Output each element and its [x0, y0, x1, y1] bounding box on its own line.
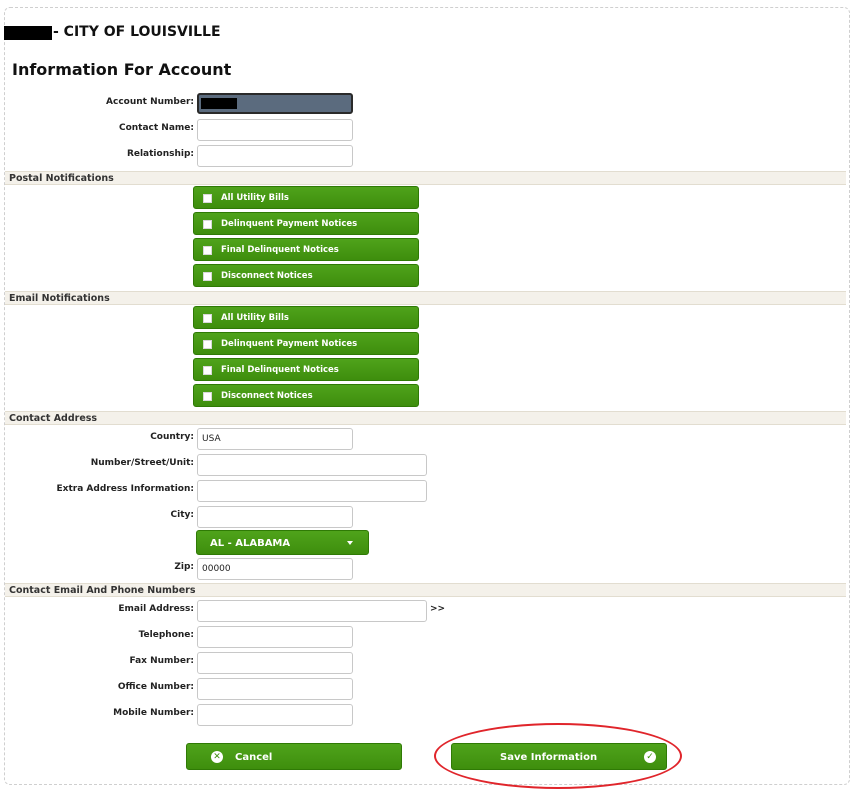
redacted-account-number [201, 98, 237, 109]
country-label: Country: [150, 432, 194, 442]
fax-field[interactable] [197, 652, 353, 674]
email-option-disconnect[interactable]: Disconnect Notices [193, 384, 419, 407]
checkbox-icon[interactable] [203, 272, 212, 281]
extra-address-field[interactable] [197, 480, 427, 502]
relationship-label: Relationship: [126, 149, 194, 159]
email-option-all-utility-bills[interactable]: All Utility Bills [193, 306, 419, 329]
checkbox-icon[interactable] [203, 246, 212, 255]
zip-field[interactable] [197, 558, 353, 580]
zip-label: Zip: [174, 562, 194, 572]
mobile-field[interactable] [197, 704, 353, 726]
checkbox-icon[interactable] [203, 314, 212, 323]
account-number-field[interactable] [197, 93, 353, 114]
section-postal-notifications: Postal Notifications [5, 171, 846, 185]
email-label: Email Address: [118, 604, 194, 614]
site-title: - CITY OF LOUISVILLE [53, 24, 221, 40]
contact-name-field[interactable] [197, 119, 353, 141]
email-option-delinquent-payment[interactable]: Delinquent Payment Notices [193, 332, 419, 355]
city-label: City: [170, 510, 194, 520]
telephone-label: Telephone: [138, 630, 194, 640]
postal-option-disconnect[interactable]: Disconnect Notices [193, 264, 419, 287]
caret-down-icon [347, 541, 353, 545]
account-number-label: Account Number: [106, 97, 194, 107]
option-label: All Utility Bills [221, 313, 289, 323]
checkbox-icon[interactable] [203, 194, 212, 203]
street-field[interactable] [197, 454, 427, 476]
checkbox-icon[interactable] [203, 340, 212, 349]
state-dropdown[interactable]: AL - ALABAMA [196, 530, 369, 555]
office-label: Office Number: [117, 682, 194, 692]
page-title: Information For Account [12, 60, 232, 79]
postal-option-delinquent-payment[interactable]: Delinquent Payment Notices [193, 212, 419, 235]
relationship-field[interactable] [197, 145, 353, 167]
checkbox-icon[interactable] [203, 366, 212, 375]
option-label: Final Delinquent Notices [221, 365, 339, 375]
close-circle-icon: ✕ [211, 751, 223, 763]
checkbox-icon[interactable] [203, 392, 212, 401]
extra-address-label: Extra Address Information: [56, 484, 194, 494]
save-information-button[interactable]: Save Information ✓ [451, 743, 667, 770]
postal-option-final-delinquent[interactable]: Final Delinquent Notices [193, 238, 419, 261]
option-label: All Utility Bills [221, 193, 289, 203]
redacted-block [4, 26, 52, 40]
fax-label: Fax Number: [129, 656, 194, 666]
contact-name-label: Contact Name: [118, 123, 194, 133]
section-contact-email-phone: Contact Email And Phone Numbers [5, 583, 846, 597]
email-expand-arrow[interactable]: >> [430, 604, 445, 614]
option-label: Delinquent Payment Notices [221, 339, 358, 349]
office-field[interactable] [197, 678, 353, 700]
cancel-button[interactable]: ✕ Cancel [186, 743, 402, 770]
email-field[interactable] [197, 600, 427, 622]
option-label: Disconnect Notices [221, 271, 313, 281]
option-label: Final Delinquent Notices [221, 245, 339, 255]
city-field[interactable] [197, 506, 353, 528]
check-circle-icon: ✓ [644, 751, 656, 763]
option-label: Delinquent Payment Notices [221, 219, 358, 229]
email-option-final-delinquent[interactable]: Final Delinquent Notices [193, 358, 419, 381]
checkbox-icon[interactable] [203, 220, 212, 229]
save-label: Save Information [500, 752, 598, 763]
street-label: Number/Street/Unit: [90, 458, 194, 468]
option-label: Disconnect Notices [221, 391, 313, 401]
section-contact-address: Contact Address [5, 411, 846, 425]
section-email-notifications: Email Notifications [5, 291, 846, 305]
country-field[interactable] [197, 428, 353, 450]
postal-option-all-utility-bills[interactable]: All Utility Bills [193, 186, 419, 209]
telephone-field[interactable] [197, 626, 353, 648]
state-value: AL - ALABAMA [210, 538, 291, 549]
cancel-label: Cancel [235, 752, 273, 763]
mobile-label: Mobile Number: [113, 708, 194, 718]
